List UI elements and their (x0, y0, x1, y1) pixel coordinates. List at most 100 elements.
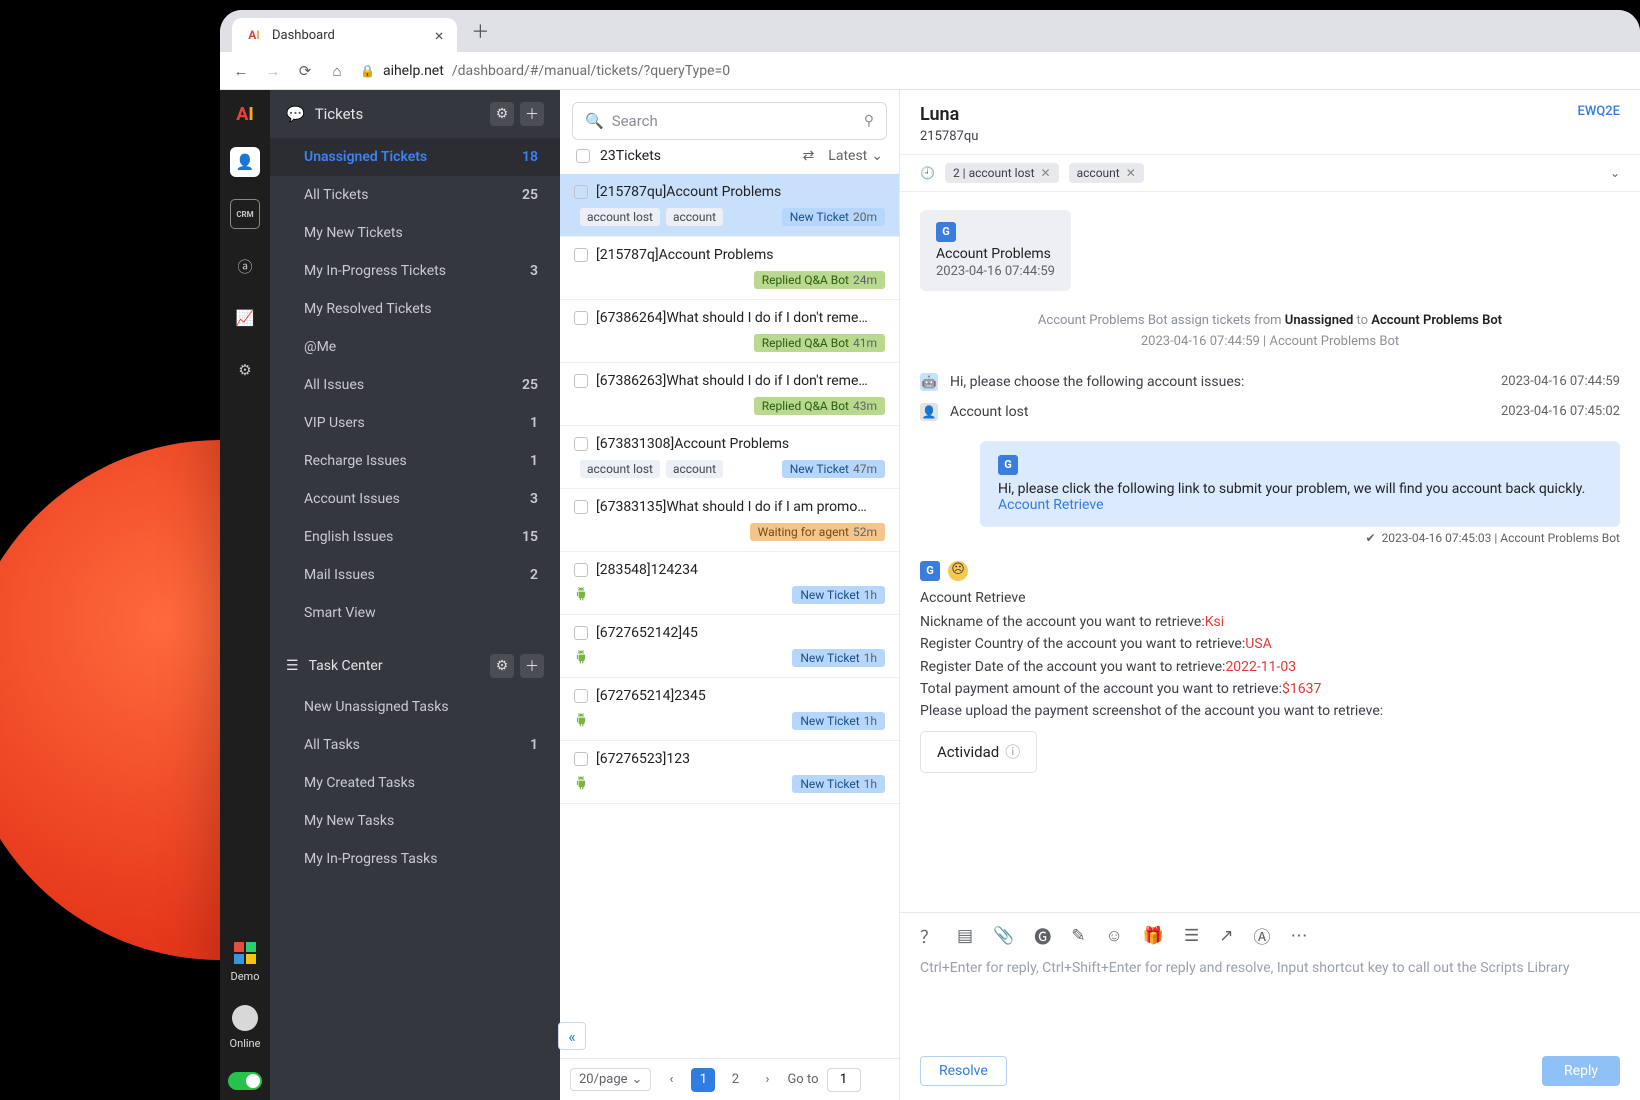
note-icon[interactable]: ▤ (957, 926, 973, 946)
tag-remove-icon[interactable]: ✕ (1126, 166, 1136, 180)
edit-icon[interactable]: ✎ (1071, 926, 1085, 946)
gift-icon[interactable]: 🎁 (1143, 926, 1164, 946)
ticket-item[interactable]: [215787qu]Account Problemsaccount lostac… (560, 174, 899, 237)
attachment-icon[interactable]: 📎 (993, 926, 1014, 946)
sidebar-item[interactable]: All Tickets25 (270, 176, 560, 214)
new-tab-icon[interactable]: ＋ (471, 18, 489, 44)
sidebar-task-item[interactable]: My New Tasks (270, 802, 560, 840)
sidebar-item[interactable]: All Issues25 (270, 366, 560, 404)
select-all-checkbox[interactable] (576, 149, 590, 163)
ticket-checkbox[interactable] (574, 626, 588, 640)
translate-icon[interactable]: 🅖 (1034, 923, 1051, 948)
pager-next-icon[interactable]: › (755, 1068, 779, 1092)
tickets-settings-icon[interactable]: ⚙ (490, 102, 514, 126)
ticket-checkbox[interactable] (574, 374, 588, 388)
sidebar-task-item[interactable]: All Tasks1 (270, 726, 560, 764)
rail-apps-icon[interactable] (234, 942, 256, 964)
rail-users-icon[interactable]: 👤 (230, 147, 260, 177)
forward-icon[interactable]: → (264, 62, 282, 80)
ticket-status: New Ticket1h (792, 649, 885, 667)
sidebar-task-item[interactable]: My Created Tasks (270, 764, 560, 802)
ticket-item[interactable]: [673831308]Account Problemsaccount losta… (560, 426, 899, 489)
pager-prev-icon[interactable]: ‹ (659, 1068, 683, 1092)
sidebar-item[interactable]: Account Issues3 (270, 480, 560, 518)
share-icon[interactable]: ↗ (1219, 926, 1233, 946)
rail-analytics-icon[interactable]: 📈 (230, 303, 260, 333)
online-toggle[interactable] (228, 1072, 262, 1090)
sidebar-item[interactable]: Unassigned Tickets18 (270, 138, 560, 176)
sidebar-task-item[interactable]: New Unassigned Tasks (270, 688, 560, 726)
sidebar-item[interactable]: @Me (270, 328, 560, 366)
help-icon[interactable]: ？ (920, 923, 937, 948)
ticket-checkbox[interactable] (574, 311, 588, 325)
ticket-checkbox[interactable] (574, 185, 588, 199)
rail-ai-icon[interactable]: ⓐ (230, 251, 260, 281)
back-icon[interactable]: ← (232, 62, 250, 80)
ticket-item[interactable]: [215787q]Account ProblemsReplied Q&A Bot… (560, 237, 899, 300)
task-settings-icon[interactable]: ⚙ (490, 654, 514, 678)
ticket-ref[interactable]: EWQ2E (1578, 104, 1620, 144)
shuffle-icon[interactable]: ⇄ (803, 148, 815, 164)
browser-tab[interactable]: AI Dashboard × (232, 18, 457, 52)
more-icon[interactable]: ⋯ (1291, 926, 1308, 946)
search-icon: 🔍 (585, 112, 604, 130)
pager-page-2[interactable]: 2 (723, 1068, 747, 1092)
ticket-item[interactable]: [67276523]123New Ticket1h (560, 741, 899, 804)
ticket-item[interactable]: [67386263]What should I do if I don't re… (560, 363, 899, 426)
ticket-item[interactable]: [672765214]2345New Ticket1h (560, 678, 899, 741)
sidebar-item[interactable]: Smart View (270, 594, 560, 632)
actividad-chip[interactable]: Actividadⓘ (920, 731, 1037, 773)
tag-remove-icon[interactable]: ✕ (1041, 166, 1051, 180)
sidebar-item[interactable]: VIP Users1 (270, 404, 560, 442)
ticket-checkbox[interactable] (574, 563, 588, 577)
sidebar-item[interactable]: Mail Issues2 (270, 556, 560, 594)
reload-icon[interactable]: ⟳ (296, 62, 314, 80)
tickets-add-icon[interactable]: ＋ (520, 102, 544, 126)
ticket-checkbox[interactable] (574, 500, 588, 514)
reply-button[interactable]: Reply (1542, 1056, 1620, 1086)
ticket-title: [67386264]What should I do if I don't re… (596, 310, 868, 326)
ticket-checkbox[interactable] (574, 752, 588, 766)
list-icon[interactable]: ☰ (1184, 926, 1199, 946)
rail-settings-icon[interactable]: ⚙ (230, 355, 260, 385)
pager-page-1[interactable]: 1 (691, 1068, 715, 1092)
ticket-checkbox[interactable] (574, 437, 588, 451)
tag-chip[interactable]: account✕ (1069, 163, 1144, 183)
ticket-status: Replied Q&A Bot41m (754, 334, 885, 352)
ai-icon[interactable]: Ⓐ (1254, 923, 1271, 948)
compose-textarea[interactable]: Ctrl+Enter for reply, Ctrl+Shift+Enter f… (900, 958, 1640, 1048)
ticket-item[interactable]: [6727652142]45New Ticket1h (560, 615, 899, 678)
chevron-down-icon[interactable]: ⌄ (1610, 166, 1620, 180)
account-retrieve-link[interactable]: Account Retrieve (998, 497, 1104, 513)
assignment-note: Account Problems Bot assign tickets from… (920, 313, 1620, 328)
sidebar-item[interactable]: English Issues15 (270, 518, 560, 556)
emoji-icon[interactable]: ☺ (1105, 926, 1122, 946)
filter-icon[interactable]: ⚲ (864, 113, 874, 129)
tab-title: Dashboard (272, 28, 335, 43)
sidebar-item[interactable]: My Resolved Tickets (270, 290, 560, 328)
ticket-checkbox[interactable] (574, 248, 588, 262)
sort-dropdown[interactable]: Latest⌄ (828, 148, 883, 164)
ticket-item[interactable]: [67383135]What should I do if I am promo… (560, 489, 899, 552)
tab-close-icon[interactable]: × (435, 26, 444, 45)
search-input[interactable]: 🔍 Search ⚲ (572, 102, 887, 140)
tag-chip[interactable]: 2 | account lost✕ (945, 163, 1059, 183)
collapse-panel-icon[interactable]: « (558, 1022, 586, 1050)
sidebar-item[interactable]: Recharge Issues1 (270, 442, 560, 480)
rail-crm-icon[interactable]: CRM (230, 199, 260, 229)
url-text[interactable]: 🔒 aihelp.net/dashboard/#/manual/tickets/… (360, 63, 730, 79)
sidebar-item[interactable]: My In-Progress Tickets3 (270, 252, 560, 290)
pager-goto-input[interactable] (827, 1068, 861, 1092)
sidebar-item[interactable]: My New Tickets (270, 214, 560, 252)
page-size-select[interactable]: 20/page⌄ (570, 1068, 651, 1091)
form-block: G ☹ Account Retrieve Nickname of the acc… (920, 561, 1620, 773)
rail-online-label: Online (230, 1037, 261, 1050)
ticket-item[interactable]: [283548]124234New Ticket1h (560, 552, 899, 615)
rail-avatar[interactable] (232, 1005, 258, 1031)
ticket-item[interactable]: [67386264]What should I do if I don't re… (560, 300, 899, 363)
resolve-button[interactable]: Resolve (920, 1056, 1007, 1086)
ticket-checkbox[interactable] (574, 689, 588, 703)
task-add-icon[interactable]: ＋ (520, 654, 544, 678)
home-icon[interactable]: ⌂ (328, 62, 346, 80)
sidebar-task-item[interactable]: My In-Progress Tasks (270, 840, 560, 878)
